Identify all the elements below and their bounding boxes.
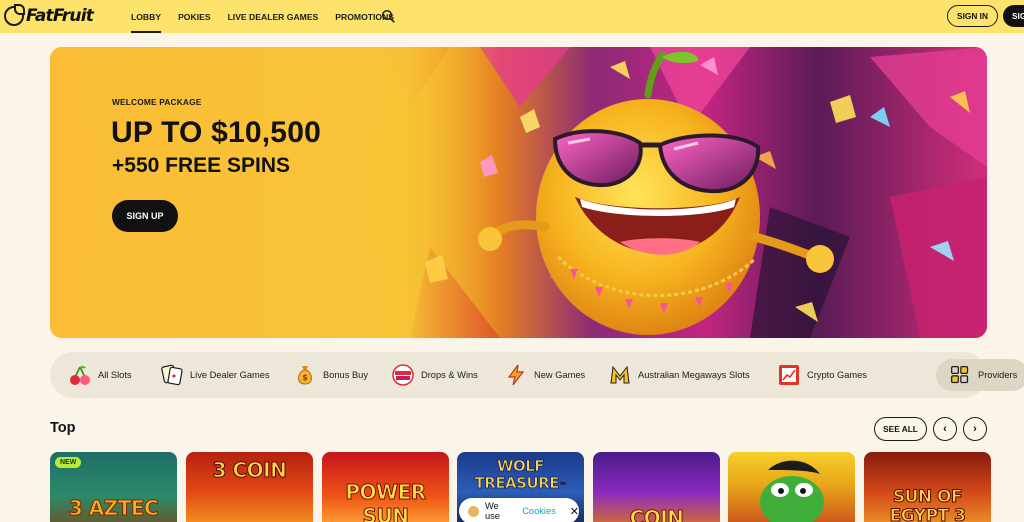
category-drops-wins[interactable]: Drops & Wins: [391, 352, 478, 398]
game-title: COIN: [629, 506, 684, 522]
cookie-notice: We use Cookies ✕: [459, 498, 579, 522]
category-label: Drops & Wins: [421, 370, 478, 380]
megaways-icon: [610, 365, 630, 384]
fruit-logo-icon: [4, 4, 25, 26]
chevron-right-icon: ›: [973, 423, 977, 435]
hero-subtitle: +550 FREE SPINS: [112, 154, 290, 177]
providers-label: Providers: [978, 370, 1018, 380]
category-label: Australian Megaways Slots: [638, 370, 750, 380]
carousel-next-button[interactable]: ›: [963, 417, 987, 441]
sign-in-button[interactable]: SIGN IN: [947, 5, 998, 27]
banner-artwork: [50, 47, 987, 338]
hero-kicker: WELCOME PACKAGE: [112, 97, 202, 107]
lightning-icon: [507, 364, 525, 386]
game-title: SUN OF EGYPT 3: [889, 487, 966, 522]
category-label: New Games: [534, 370, 586, 380]
nav-live-dealer-games[interactable]: LIVE DEALER GAMES: [228, 0, 319, 33]
category-label: All Slots: [98, 370, 132, 380]
cookies-link[interactable]: Cookies: [522, 506, 556, 516]
new-badge: NEW: [55, 457, 82, 468]
brand-name: FatFruit: [26, 6, 94, 26]
game-tile[interactable]: SUN OF EGYPT 3: [864, 452, 991, 522]
close-icon[interactable]: ✕: [570, 505, 579, 518]
category-label: Live Dealer Games: [190, 370, 270, 380]
nav-lobby[interactable]: LOBBY: [131, 0, 162, 33]
category-live-dealer-games[interactable]: Live Dealer Games: [160, 352, 270, 398]
brand-logo[interactable]: FatFruit: [4, 4, 94, 26]
section-title-top: Top: [50, 420, 76, 436]
cherries-icon: [70, 365, 90, 385]
carousel-prev-button[interactable]: ‹: [933, 417, 957, 441]
category-new-games[interactable]: New Games: [504, 352, 585, 398]
category-label: Crypto Games: [807, 370, 867, 380]
hero-title: UP TO $10,500: [111, 116, 321, 149]
game-tile[interactable]: COIN: [593, 452, 720, 522]
game-tile[interactable]: NEW 3 AZTEC: [50, 452, 177, 522]
nav-pokies[interactable]: POKIES: [178, 0, 210, 33]
category-label: Bonus Buy: [323, 370, 368, 380]
category-crypto-games[interactable]: Crypto Games: [777, 352, 867, 398]
money-bag-icon: $: [298, 366, 312, 385]
game-title: 3 COIN: [212, 458, 287, 483]
frog-character-art: [760, 460, 824, 522]
game-tile[interactable]: POWER SUN: [322, 452, 449, 522]
svg-text:$: $: [302, 373, 308, 382]
category-all-slots[interactable]: All Slots: [68, 352, 132, 398]
game-title: 3 AZTEC: [68, 496, 159, 521]
game-tile[interactable]: [728, 452, 855, 522]
category-bar: All Slots Live Dealer Games $ Bonus Buy …: [50, 352, 1024, 398]
game-tile[interactable]: 3 COIN: [186, 452, 313, 522]
top-header: FatFruit LOBBY POKIES LIVE DEALER GAMES …: [0, 0, 1024, 33]
cookie-text: We use: [484, 501, 500, 521]
cookie-icon: [468, 505, 479, 517]
category-australian-megaways-slots[interactable]: Australian Megaways Slots: [608, 352, 750, 398]
grid-icon: [951, 366, 969, 384]
hero-sign-up-button[interactable]: SIGN UP: [112, 200, 178, 232]
search-icon[interactable]: [381, 9, 395, 23]
game-title: POWER SUN: [345, 480, 427, 522]
main-nav: LOBBY POKIES LIVE DEALER GAMES PROMOTION…: [131, 0, 411, 33]
drops-wins-icon: [392, 364, 414, 386]
welcome-banner[interactable]: WELCOME PACKAGE UP TO $10,500 +550 FREE …: [50, 47, 987, 338]
category-bonus-buy[interactable]: $ Bonus Buy: [293, 352, 368, 398]
chevron-left-icon: ‹: [943, 423, 947, 435]
game-title: WOLF TREASURE™: [474, 457, 567, 492]
sign-up-header-button[interactable]: SIG: [1003, 5, 1024, 27]
crypto-icon: [779, 365, 799, 385]
cards-icon: [161, 364, 183, 386]
see-all-button[interactable]: SEE ALL: [874, 417, 927, 441]
providers-button[interactable]: Providers: [936, 359, 1024, 391]
